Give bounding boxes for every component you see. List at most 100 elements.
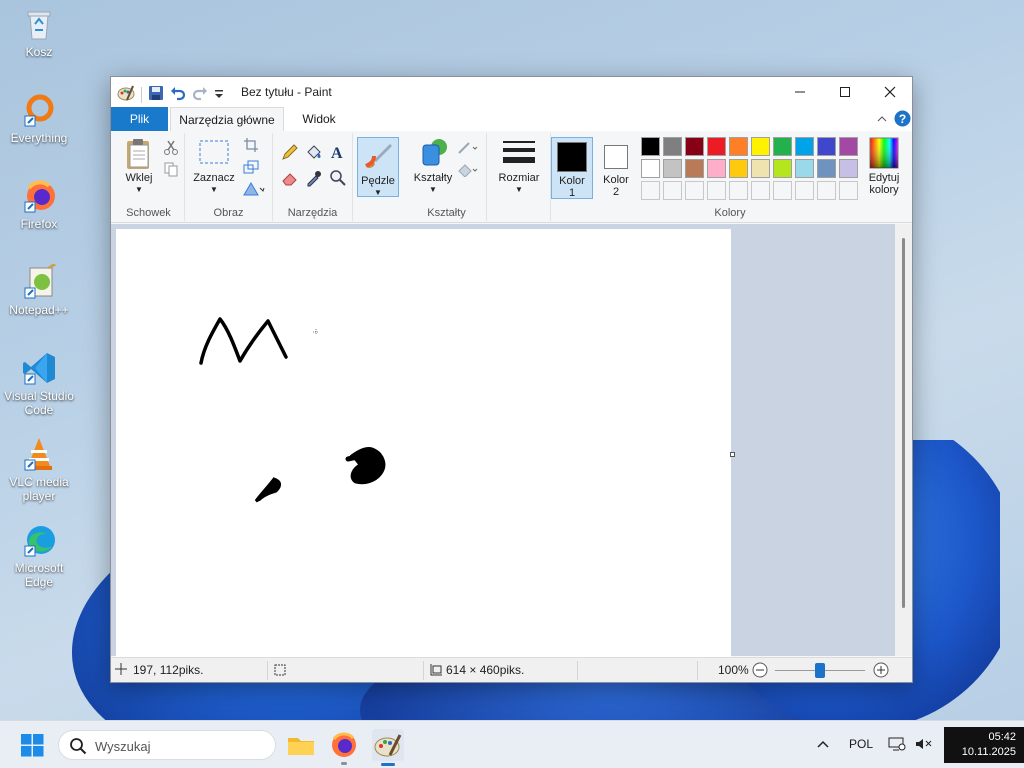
drawing-canvas[interactable] <box>116 229 731 659</box>
magnifier-icon[interactable] <box>329 169 347 187</box>
file-explorer-icon[interactable] <box>285 729 317 761</box>
close-button[interactable] <box>867 77 913 107</box>
vertical-scrollbar[interactable] <box>895 224 912 656</box>
palette-swatch[interactable] <box>641 159 660 178</box>
group-brushes: Pędzle ▼ <box>353 133 407 221</box>
zoom-in-button[interactable] <box>873 662 889 681</box>
color1-button[interactable]: Kolor 1 <box>551 137 593 199</box>
palette-swatch[interactable] <box>707 137 726 156</box>
group-clipboard: Wklej ▼ Schowek <box>113 133 185 221</box>
minimize-button[interactable] <box>777 77 823 107</box>
palette-swatch-empty[interactable] <box>707 181 726 200</box>
customize-qat-icon[interactable] <box>214 88 224 102</box>
palette-swatch[interactable] <box>773 137 792 156</box>
palette-swatch-empty[interactable] <box>641 181 660 200</box>
outline-icon[interactable] <box>457 139 478 157</box>
palette-swatch-empty[interactable] <box>839 181 858 200</box>
palette-swatch-empty[interactable] <box>685 181 704 200</box>
tab-view[interactable]: Widok <box>285 107 353 131</box>
paste-button[interactable]: Wklej ▼ <box>117 137 161 196</box>
palette-swatch[interactable] <box>685 137 704 156</box>
palette-swatch[interactable] <box>817 137 836 156</box>
group-image: Zaznacz ▼ Obraz <box>185 133 273 221</box>
color-picker-icon[interactable] <box>305 169 323 187</box>
palette-swatch[interactable] <box>685 159 704 178</box>
desktop-icon-edge[interactable]: Microsoft Edge <box>4 522 74 589</box>
desktop-icon-firefox[interactable]: Firefox <box>4 178 74 231</box>
palette-swatch[interactable] <box>839 137 858 156</box>
undo-icon[interactable] <box>170 85 186 104</box>
palette-swatch[interactable] <box>751 137 770 156</box>
shapes-button[interactable]: Kształty ▼ <box>411 137 455 196</box>
volume-muted-icon[interactable] <box>914 736 932 755</box>
status-bar: 197, 112piks. 614 × 460piks. 100% <box>111 657 912 682</box>
select-button[interactable]: Zaznacz ▼ <box>189 137 239 196</box>
text-icon[interactable]: A <box>329 143 347 162</box>
palette-swatch[interactable] <box>729 137 748 156</box>
brushes-button[interactable]: Pędzle ▼ <box>357 137 399 197</box>
desktop-icon-vlc[interactable]: VLC media player <box>4 436 74 503</box>
palette-swatch[interactable] <box>839 159 858 178</box>
cut-icon[interactable] <box>163 139 181 157</box>
palette-swatch-empty[interactable] <box>795 181 814 200</box>
palette-swatch[interactable] <box>795 159 814 178</box>
size-button[interactable]: Rozmiar ▼ <box>495 137 543 196</box>
palette-swatch[interactable] <box>663 159 682 178</box>
desktop-icon-label: Kosz <box>25 45 53 59</box>
palette-swatch[interactable] <box>707 159 726 178</box>
palette-swatch-empty[interactable] <box>729 181 748 200</box>
maximize-button[interactable] <box>822 77 868 107</box>
desktop-icon-vscode[interactable]: Visual Studio Code <box>4 350 74 417</box>
crop-icon[interactable] <box>243 137 261 155</box>
eraser-icon[interactable] <box>281 169 299 187</box>
ribbon: Wklej ▼ Schowek Zaznacz ▼ Obraz A Narzęd… <box>111 131 912 223</box>
network-icon[interactable] <box>888 736 906 755</box>
paint-window: Bez tytułu - Paint Plik Narzędzia główne… <box>110 76 913 683</box>
copy-icon[interactable] <box>163 161 181 179</box>
fill-bucket-icon[interactable] <box>305 143 323 161</box>
palette-swatch[interactable] <box>795 137 814 156</box>
edit-colors-button[interactable]: Edytuj kolory <box>859 137 909 196</box>
palette-swatch-empty[interactable] <box>663 181 682 200</box>
palette-swatch[interactable] <box>729 159 748 178</box>
desktop-icon-everything[interactable]: Everything <box>4 92 74 145</box>
show-hidden-icons-icon[interactable] <box>816 737 830 754</box>
palette-swatch[interactable] <box>817 159 836 178</box>
tab-home[interactable]: Narzędzia główne <box>170 107 284 131</box>
tab-file[interactable]: Plik <box>111 107 168 131</box>
palette-swatch[interactable] <box>663 137 682 156</box>
palette-swatch[interactable] <box>773 159 792 178</box>
zoom-out-button[interactable] <box>752 662 768 681</box>
pencil-icon[interactable] <box>281 143 299 161</box>
desktop-icon-label: Firefox <box>20 217 58 231</box>
taskbar: Wyszukaj POL 05:42 10.11.2025 <box>0 720 1024 768</box>
palette-swatch[interactable] <box>751 159 770 178</box>
palette-swatch[interactable] <box>641 137 660 156</box>
collapse-ribbon-icon[interactable] <box>876 113 888 128</box>
language-indicator[interactable]: POL <box>849 737 873 751</box>
help-icon[interactable]: ? <box>894 110 911 130</box>
resize-icon[interactable] <box>243 159 261 177</box>
desktop-icon-recycle-bin[interactable]: Kosz <box>4 6 74 59</box>
save-icon[interactable] <box>148 85 164 104</box>
clock[interactable]: 05:42 10.11.2025 <box>944 727 1024 763</box>
zoom-slider-thumb[interactable] <box>815 663 825 678</box>
shapes-icon <box>417 137 449 169</box>
redo-icon[interactable] <box>192 85 208 104</box>
desktop-icon-notepad-plus-plus[interactable]: Notepad++ <box>4 262 74 317</box>
firefox-taskbar-icon[interactable] <box>328 729 360 765</box>
start-button[interactable] <box>16 729 48 761</box>
paint-taskbar-icon[interactable] <box>372 729 404 766</box>
fill-icon[interactable] <box>457 161 478 179</box>
clock-date: 10.11.2025 <box>961 746 1016 758</box>
group-colors: Kolor 1 Kolor 2 Edytuj kolory Kolory <box>551 133 909 221</box>
rotate-icon[interactable] <box>243 181 265 199</box>
canvas-size: 614 × 460piks. <box>446 663 525 677</box>
palette-swatch-empty[interactable] <box>751 181 770 200</box>
resize-handle[interactable] <box>730 452 735 457</box>
taskbar-search[interactable]: Wyszukaj <box>58 730 276 760</box>
clipboard-icon <box>123 137 155 169</box>
palette-swatch-empty[interactable] <box>817 181 836 200</box>
color2-button[interactable]: Kolor 2 <box>595 137 637 199</box>
palette-swatch-empty[interactable] <box>773 181 792 200</box>
